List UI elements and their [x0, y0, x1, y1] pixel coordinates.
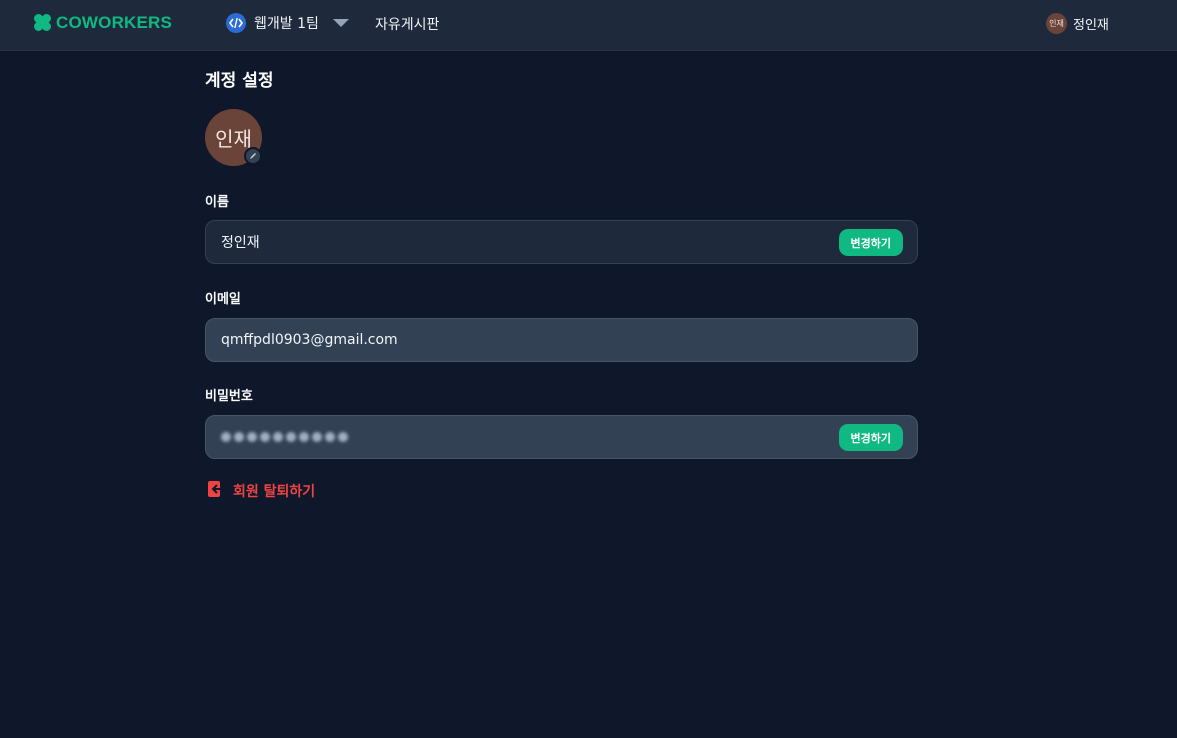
chevron-down-icon[interactable] [332, 19, 349, 27]
logo-icon [34, 14, 52, 32]
code-icon [226, 13, 246, 33]
password-label: 비밀번호 [205, 389, 253, 404]
logout-icon [207, 480, 223, 502]
password-field: 변경하기 [205, 415, 918, 459]
email-field: qmffpdl0903@gmail.com [205, 318, 918, 362]
nav-link-board[interactable]: 자유게시판 [375, 14, 439, 34]
avatar: 인재 [1046, 12, 1067, 34]
withdraw-label: 회원 탈퇴하기 [233, 484, 316, 500]
withdraw-button[interactable]: 회원 탈퇴하기 [207, 481, 315, 501]
profile-menu[interactable]: 인재 정인재 [1046, 12, 1109, 34]
name-field[interactable]: 정인재 변경하기 [205, 220, 918, 264]
email-label: 이메일 [205, 292, 241, 307]
email-value: qmffpdl0903@gmail.com [221, 332, 398, 348]
profile-name: 정인재 [1073, 17, 1109, 33]
logo[interactable]: COWORKERS [34, 12, 172, 34]
change-name-button[interactable]: 변경하기 [838, 229, 903, 256]
pencil-icon[interactable] [244, 147, 262, 165]
password-mask [221, 432, 348, 442]
team-selector[interactable]: 웹개발 1팀 [226, 12, 349, 34]
team-name: 웹개발 1팀 [254, 16, 319, 32]
top-nav: COWORKERS 웹개발 1팀 자유게시판 인재 정인재 [0, 0, 1177, 51]
name-label: 이름 [205, 195, 229, 210]
page-title: 계정 설정 [205, 71, 274, 91]
change-password-button[interactable]: 변경하기 [838, 424, 903, 451]
name-value: 정인재 [221, 235, 260, 251]
logo-text: COWORKERS [56, 13, 173, 32]
